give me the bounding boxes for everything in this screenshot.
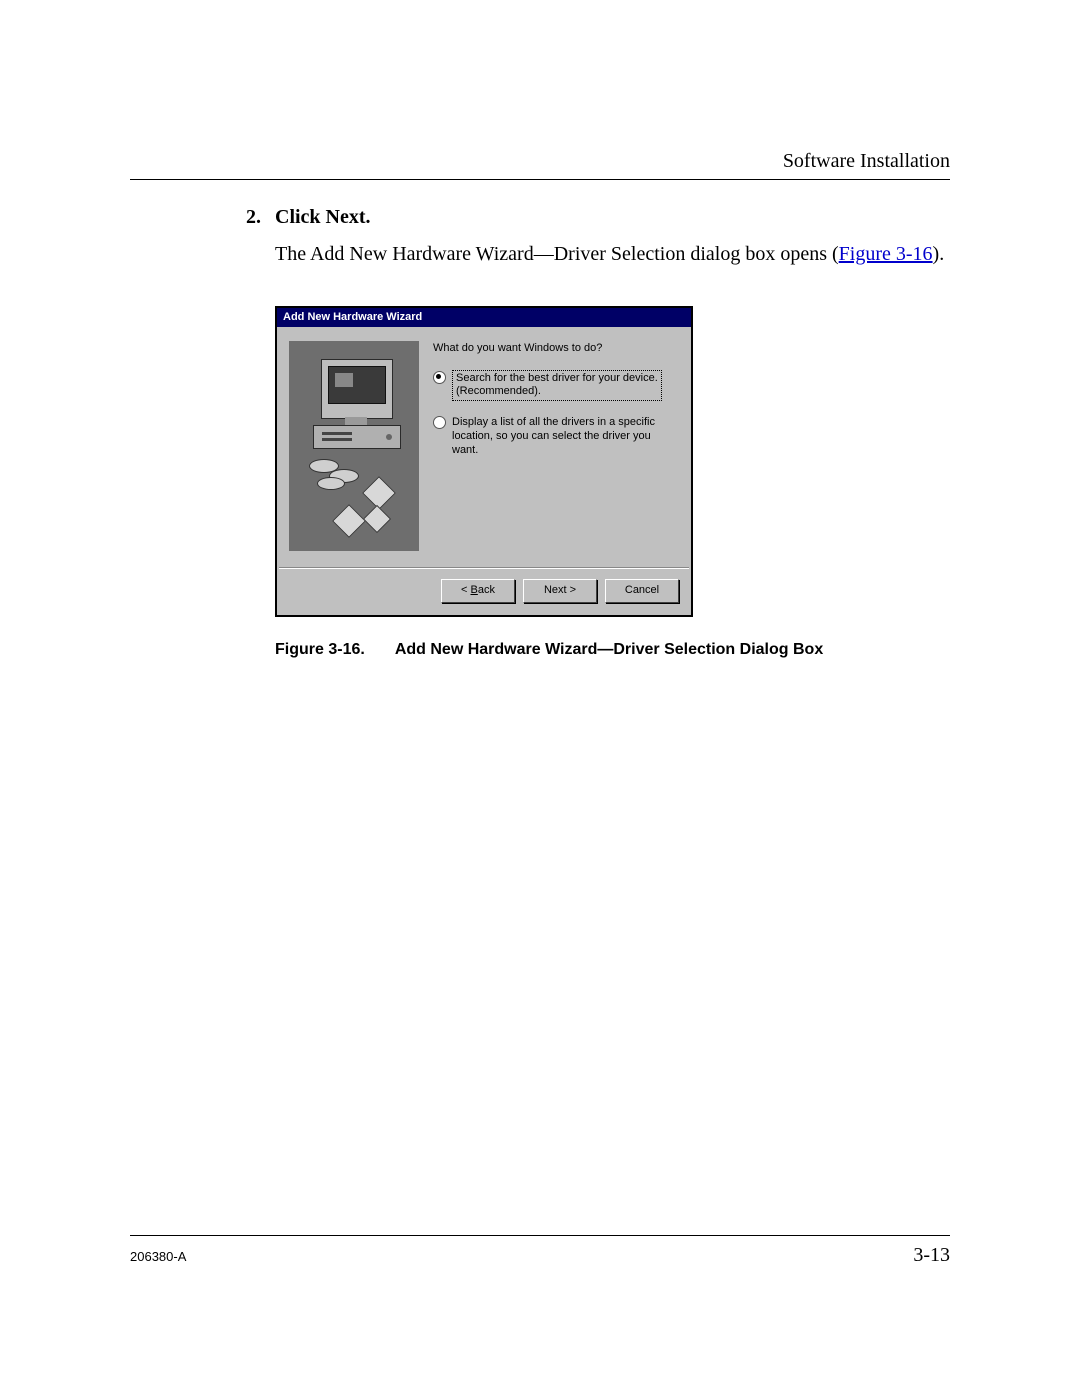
document-id: 206380-A (130, 1249, 186, 1264)
cancel-button[interactable]: Cancel (605, 579, 679, 603)
document-page: Software Installation 2. Click Next. The… (130, 150, 950, 1267)
caption-text: Add New Hardware Wizard—Driver Selection… (395, 639, 823, 661)
body-prefix: The Add New Hardware Wizard—Driver Selec… (275, 243, 839, 265)
dialog-button-row: < Back Next > Cancel (277, 569, 691, 615)
wizard-sidebar-graphic (289, 341, 419, 551)
caption-label: Figure 3-16. (275, 639, 365, 661)
dialog-screenshot: Add New Hardware Wizard (275, 306, 693, 617)
option-list-label: Display a list of all the drivers in a s… (452, 415, 679, 458)
page-header: Software Installation (130, 150, 950, 180)
body-suffix: ). (933, 243, 945, 265)
next-button[interactable]: Next > (523, 579, 597, 603)
step-number: 2. (235, 204, 261, 231)
figure-link[interactable]: Figure 3-16 (839, 243, 933, 265)
page-number: 3-13 (913, 1244, 950, 1267)
radio-option-list[interactable]: Display a list of all the drivers in a s… (433, 415, 679, 458)
option-search-label: Search for the best driver for your devi… (452, 370, 662, 402)
step-title: Click Next. (275, 204, 950, 231)
radio-unselected-icon (433, 416, 446, 429)
dialog-right-pane: What do you want Windows to do? Search f… (419, 341, 679, 559)
wizard-dialog: Add New Hardware Wizard (275, 306, 693, 617)
radio-selected-icon (433, 371, 446, 384)
diskette-icon (363, 505, 391, 533)
diskette-icon (362, 476, 396, 510)
page-content: 2. Click Next. The Add New Hardware Wiza… (130, 204, 950, 660)
step-body-text: The Add New Hardware Wizard—Driver Selec… (275, 241, 950, 268)
radio-option-search[interactable]: Search for the best driver for your devi… (433, 370, 679, 402)
section-title: Software Installation (783, 150, 950, 172)
figure-caption: Figure 3-16. Add New Hardware Wizard—Dri… (275, 639, 950, 661)
computer-icon (321, 359, 393, 419)
disc-icon (317, 477, 345, 490)
dialog-body: What do you want Windows to do? Search f… (277, 327, 691, 567)
dialog-titlebar: Add New Hardware Wizard (277, 308, 691, 327)
back-button[interactable]: < Back (441, 579, 515, 603)
dialog-prompt: What do you want Windows to do? (433, 341, 679, 356)
step-heading: 2. Click Next. (235, 204, 950, 231)
computer-base-icon (313, 425, 401, 449)
page-footer: 206380-A 3-13 (130, 1235, 950, 1267)
diskette-icon (332, 504, 366, 538)
